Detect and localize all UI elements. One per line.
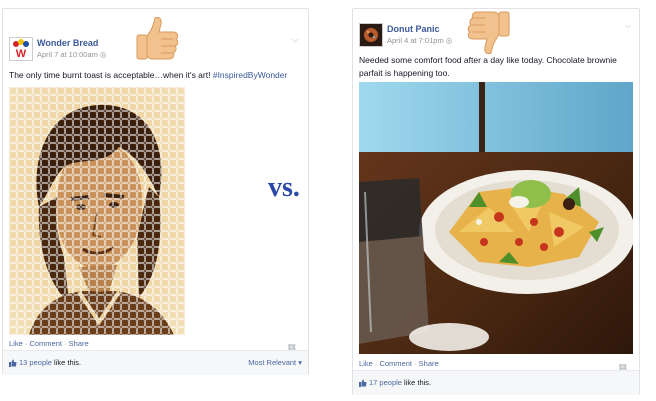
timestamp-text[interactable]: April 7 at 10:00am — [37, 50, 98, 59]
timestamp-text[interactable]: April 4 at 7:01pm — [387, 36, 444, 45]
like-thumb-icon — [9, 359, 17, 369]
post-text: Needed some comfort food after a day lik… — [359, 55, 617, 78]
flag-icon[interactable] — [288, 339, 296, 352]
likes-summary: 13 people like this. Most Relevant ▾ — [3, 350, 308, 375]
chevron-down-icon[interactable]: ⌵ — [292, 35, 298, 45]
share-link[interactable]: Share — [69, 339, 89, 348]
globe-icon: ◎ — [99, 50, 107, 59]
post-text-main: The only time burnt toast is acceptable…… — [9, 70, 213, 80]
separator: · — [24, 339, 28, 348]
separator: · — [414, 359, 417, 368]
post-actions: Like · Comment · Share — [359, 359, 439, 368]
post-timestamp[interactable]: April 4 at 7:01pm ◎ — [387, 36, 452, 45]
post-actions: Like · Comment · Share — [9, 339, 89, 348]
thumbs-up-icon — [135, 14, 181, 67]
page-avatar[interactable]: W — [9, 37, 33, 61]
post-card-wonder-bread: W Wonder Bread April 7 at 10:00am ◎ ⌵ Th… — [2, 8, 309, 375]
like-link[interactable]: Like — [9, 339, 23, 348]
likes-count-link[interactable]: 13 people — [19, 358, 52, 367]
page-name[interactable]: Wonder Bread — [37, 38, 98, 48]
chevron-down-icon[interactable]: ⌵ — [625, 21, 631, 31]
like-link[interactable]: Like — [359, 359, 373, 368]
post-timestamp[interactable]: April 7 at 10:00am ◎ — [37, 50, 107, 59]
share-link[interactable]: Share — [419, 359, 439, 368]
page-name[interactable]: Donut Panic — [387, 24, 440, 34]
comment-link[interactable]: Comment — [379, 359, 412, 368]
page-avatar[interactable] — [359, 23, 383, 47]
comment-link[interactable]: Comment — [29, 339, 62, 348]
sort-label[interactable]: Most Relevant — [248, 358, 296, 367]
likes-suffix: like this. — [401, 378, 432, 387]
flag-icon[interactable] — [619, 359, 627, 372]
caret-down-icon: ▾ — [298, 358, 302, 367]
separator: · — [374, 359, 378, 368]
hashtag-link[interactable]: #InspiredByWonder — [213, 70, 288, 80]
post-card-donut-panic: Donut Panic April 4 at 7:01pm ◎ ⌵ Needed… — [352, 8, 640, 395]
separator: · — [64, 339, 67, 348]
post-photo-toast-mosaic[interactable] — [9, 87, 185, 335]
logo-letter: W — [16, 48, 27, 60]
post-photo-nachos[interactable] — [359, 82, 633, 354]
likes-text: 17 people like this. — [369, 378, 431, 387]
vs-label: vs. — [268, 172, 300, 203]
like-thumb-icon — [359, 379, 367, 389]
globe-icon: ◎ — [445, 36, 453, 45]
likes-summary: 17 people like this. — [353, 370, 639, 395]
sort-dropdown[interactable]: Most Relevant ▾ — [248, 358, 302, 367]
likes-count-link[interactable]: 17 people — [369, 378, 402, 387]
post-text: The only time burnt toast is acceptable…… — [9, 69, 305, 82]
likes-suffix: like this. — [51, 358, 82, 367]
likes-text: 13 people like this. — [19, 358, 81, 367]
